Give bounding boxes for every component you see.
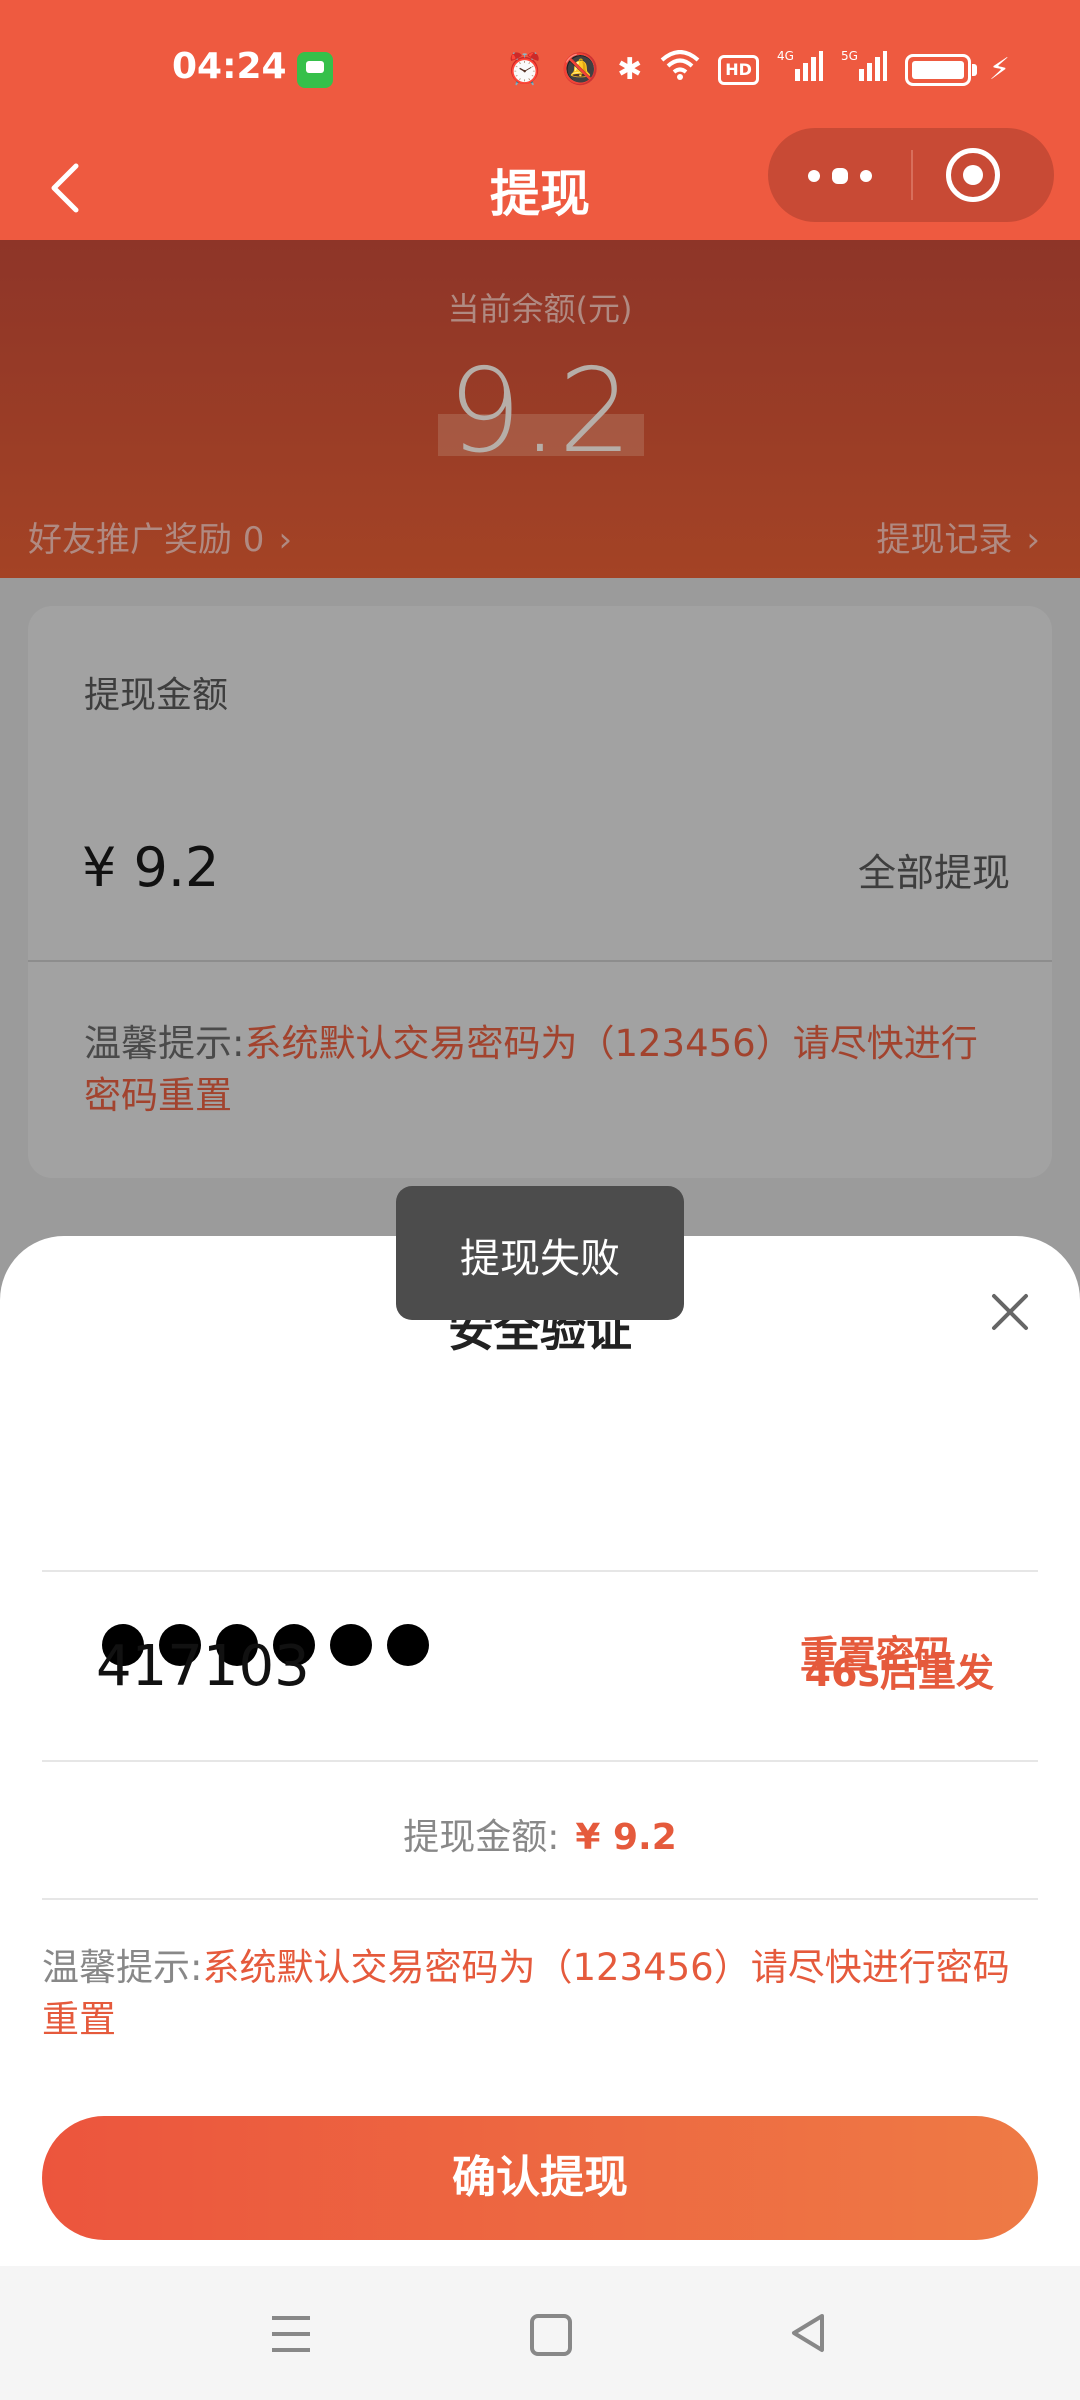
password-row[interactable]: 重置密码 bbox=[42, 1406, 1038, 1677]
status-time: 04:24 bbox=[172, 46, 287, 87]
balance-header: 当前余额(元) 9.2 好友推广奖励 0 › 提现记录 › bbox=[0, 240, 1080, 578]
message-app-icon bbox=[297, 52, 333, 88]
row-divider bbox=[42, 1898, 1038, 1900]
home-nav-button[interactable] bbox=[530, 2314, 572, 2356]
promo-reward-link[interactable]: 好友推广奖励 0 › bbox=[28, 512, 292, 561]
withdraw-records-label: 提现记录 bbox=[876, 520, 1013, 560]
withdraw-amount-label: 提现金额 bbox=[84, 675, 229, 716]
miniprogram-capsule bbox=[768, 128, 1054, 222]
sheet-tip-prefix: 温馨提示: bbox=[42, 1946, 203, 1989]
mute-icon: 🔕 bbox=[561, 52, 600, 87]
security-verification-sheet: 安全验证 重置密码 417103 46s后重发 提现金额: ¥ 9.2 温馨提示:… bbox=[0, 1236, 1080, 2266]
alarm-icon: ⏰ bbox=[506, 52, 544, 87]
card-tip-prefix: 温馨提示: bbox=[84, 1022, 245, 1065]
card-tip: 温馨提示:系统默认交易密码为（123456）请尽快进行密码重置 bbox=[84, 1018, 1004, 1122]
confirm-withdraw-button[interactable]: 确认提现 bbox=[42, 2116, 1038, 2240]
row-divider bbox=[42, 1570, 1038, 1572]
close-icon bbox=[992, 1294, 1028, 1330]
system-nav-bar bbox=[0, 2266, 1080, 2400]
hd-icon: HD bbox=[718, 55, 759, 85]
error-toast: 提现失败 bbox=[396, 1186, 684, 1320]
row-divider bbox=[42, 1760, 1038, 1762]
summary-label: 提现金额: bbox=[403, 1817, 560, 1858]
password-dot bbox=[330, 1624, 372, 1666]
withdraw-card: 提现金额 ¥ 9.2 全部提现 温馨提示:系统默认交易密码为（123456）请尽… bbox=[28, 606, 1052, 1178]
4g-signal-icon: 4G bbox=[777, 49, 823, 92]
toast-message: 提现失败 bbox=[460, 1236, 620, 1282]
withdraw-summary: 提现金额: ¥ 9.2 bbox=[0, 1808, 1080, 1860]
close-miniprogram-button[interactable] bbox=[946, 148, 1000, 202]
bluetooth-icon: ✱ bbox=[617, 52, 643, 87]
close-sheet-button[interactable] bbox=[980, 1282, 1040, 1342]
withdraw-records-link[interactable]: 提现记录 › bbox=[876, 512, 1040, 561]
back-nav-button[interactable] bbox=[788, 2312, 828, 2358]
chevron-right-icon: › bbox=[278, 520, 293, 560]
sheet-tip: 温馨提示:系统默认交易密码为（123456）请尽快进行密码重置 bbox=[42, 1942, 1042, 2046]
withdraw-all-button[interactable]: 全部提现 bbox=[858, 842, 1010, 897]
balance-label: 当前余额(元) bbox=[447, 290, 633, 328]
balance-amount: 9.2 bbox=[447, 344, 633, 479]
triangle-back-icon bbox=[792, 2314, 824, 2352]
menu-nav-button[interactable] bbox=[272, 2316, 310, 2352]
status-bar: 04:24 ⏰ 🔕 ✱ HD 4G 5G ⚡ bbox=[0, 0, 1080, 136]
status-icons: ⏰ 🔕 ✱ HD 4G 5G ⚡ bbox=[506, 49, 1010, 92]
wifi-icon bbox=[660, 49, 700, 91]
battery-icon bbox=[904, 54, 977, 86]
5g-signal-icon: 5G bbox=[841, 49, 887, 92]
summary-amount: ¥ 9.2 bbox=[575, 1817, 677, 1858]
verification-code-input[interactable]: 417103 bbox=[96, 1634, 310, 1699]
charging-icon: ⚡ bbox=[988, 52, 1010, 87]
promo-reward-label: 好友推广奖励 0 bbox=[28, 520, 265, 560]
more-options-button[interactable] bbox=[808, 158, 878, 192]
resend-code-button[interactable]: 46s后重发 bbox=[805, 1642, 995, 1697]
withdraw-amount-value[interactable]: ¥ 9.2 bbox=[82, 836, 219, 899]
svg-text:5G: 5G bbox=[841, 49, 858, 63]
capsule-divider bbox=[911, 150, 913, 200]
svg-text:4G: 4G bbox=[777, 49, 794, 63]
chevron-right-icon: › bbox=[1026, 520, 1040, 560]
password-dot bbox=[387, 1624, 429, 1666]
card-divider bbox=[28, 960, 1052, 962]
title-bar: 提现 bbox=[0, 128, 1080, 240]
